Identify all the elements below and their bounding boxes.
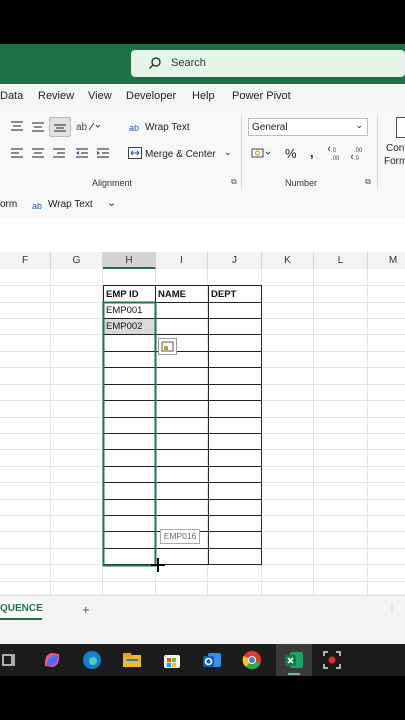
number-format-value: General	[252, 122, 288, 133]
conditional-formatting-label-2[interactable]: Form	[384, 156, 405, 167]
decrease-decimal-icon[interactable]: .00.0	[351, 145, 369, 161]
search-icon	[149, 57, 161, 69]
svg-text:ab: ab	[32, 201, 42, 211]
align-left-icon[interactable]	[10, 147, 24, 159]
header-name[interactable]: NAME	[158, 289, 186, 300]
align-top-icon[interactable]	[10, 120, 24, 132]
column-header-j[interactable]: J	[208, 252, 262, 269]
number-dialog-launcher-icon[interactable]: ⧉	[365, 177, 371, 187]
column-header-i[interactable]: I	[156, 252, 208, 269]
align-right-icon[interactable]	[52, 147, 66, 159]
quick-analysis-button[interactable]	[158, 338, 177, 355]
task-view-icon[interactable]	[2, 650, 22, 670]
customize-quick-access-icon[interactable]: ⌄	[107, 196, 116, 209]
outlook-icon[interactable]	[202, 650, 222, 670]
wrap-text-icon: ab	[129, 123, 139, 133]
tab-review[interactable]: Review	[38, 90, 74, 102]
search-box[interactable]: Search	[131, 50, 405, 77]
formula-area	[0, 218, 405, 253]
wrap-text-button[interactable]: Wrap Text	[145, 122, 190, 133]
crosshair-cursor-icon	[151, 558, 165, 572]
search-placeholder: Search	[171, 57, 206, 69]
tab-data[interactable]: Data	[0, 90, 23, 102]
tab-power-pivot[interactable]: Power Pivot	[232, 90, 291, 102]
autofill-tooltip: EMP016	[160, 529, 200, 544]
excel-icon	[285, 652, 303, 668]
quick-wrap-text-button[interactable]: Wrap Text	[48, 199, 93, 210]
number-group-label: Number	[285, 178, 318, 188]
header-emp-id[interactable]: EMP ID	[106, 289, 139, 300]
file-explorer-icon[interactable]	[122, 650, 142, 670]
status-bar	[0, 626, 405, 644]
group-divider	[241, 115, 242, 189]
cell-emp001[interactable]: EMP001	[106, 305, 142, 316]
alignment-dialog-launcher-icon[interactable]: ⧉	[231, 177, 237, 187]
number-format-select[interactable]: General ⌄	[248, 118, 368, 136]
merge-dropdown-chevron-icon[interactable]: ⌄	[224, 147, 232, 158]
edge-browser-icon[interactable]	[82, 650, 102, 670]
tab-help[interactable]: Help	[192, 90, 215, 102]
more-options-icon[interactable]: ⋮	[387, 603, 397, 614]
increase-decimal-icon[interactable]: .0.00	[328, 145, 346, 161]
tab-developer[interactable]: Developer	[126, 90, 176, 102]
group-divider	[377, 115, 378, 189]
svg-text:.00: .00	[354, 148, 363, 154]
column-header-h[interactable]: H	[103, 252, 156, 269]
column-header-g[interactable]: G	[51, 252, 103, 269]
screen-recorder-icon[interactable]	[322, 650, 342, 670]
comma-style-icon[interactable]: ,	[310, 145, 314, 160]
column-header-m[interactable]: M	[368, 252, 405, 269]
orientation-icon[interactable]: ab	[76, 119, 100, 133]
increase-indent-icon[interactable]	[96, 147, 110, 159]
svg-text:ab: ab	[76, 122, 88, 133]
quick-analysis-icon	[161, 341, 174, 352]
header-dept[interactable]: DEPT	[211, 289, 236, 300]
sheet-tab-bar: QUENCE + ⋮	[0, 595, 405, 627]
align-bottom-icon	[54, 124, 66, 132]
wrap-text-icon: ab	[32, 201, 42, 211]
conditional-formatting-icon[interactable]	[396, 117, 405, 139]
column-headers: F G H I J K L M	[0, 252, 405, 270]
quick-access-bar: orm ab Wrap Text ⌄	[0, 192, 405, 219]
microsoft-store-icon[interactable]	[162, 650, 182, 670]
decrease-indent-icon[interactable]	[75, 147, 89, 159]
add-sheet-button[interactable]: +	[82, 602, 90, 617]
sheet-tab-label: QUENCE	[0, 603, 43, 614]
excel-taskbar-active[interactable]	[276, 644, 312, 676]
taskbar	[0, 644, 405, 676]
align-bottom-button[interactable]	[49, 117, 71, 137]
svg-text:.00: .00	[331, 156, 340, 161]
column-header-k[interactable]: K	[262, 252, 314, 269]
alignment-group-label: Alignment	[92, 178, 133, 188]
svg-text:.0: .0	[331, 148, 337, 154]
chrome-icon[interactable]	[242, 650, 262, 670]
active-indicator	[288, 673, 300, 675]
svg-text:.0: .0	[354, 156, 360, 161]
format-fragment[interactable]: orm	[0, 199, 17, 210]
conditional-formatting-label-1[interactable]: Con	[386, 143, 404, 154]
copilot-icon[interactable]	[42, 650, 62, 670]
ribbon-tabs: Data Review View Developer Help Power Pi…	[0, 84, 405, 109]
svg-text:ab: ab	[129, 123, 139, 133]
percent-style-icon[interactable]: %	[285, 146, 297, 161]
tab-view[interactable]: View	[88, 90, 112, 102]
worksheet-grid[interactable]: EMP ID NAME DEPT EMP001 EMP002 EMP016	[0, 269, 405, 595]
column-header-f[interactable]: F	[0, 252, 51, 269]
cell-emp002[interactable]: EMP002	[106, 321, 142, 332]
sheet-tab-sequence[interactable]: QUENCE	[0, 600, 43, 620]
merge-center-button[interactable]: Merge & Center	[145, 149, 216, 160]
merge-center-icon	[128, 147, 142, 159]
chevron-down-icon: ⌄	[355, 120, 363, 130]
ribbon: ab ab Wrap Text Merge & Center ⌄ Alignme…	[0, 109, 405, 193]
align-middle-icon[interactable]	[31, 120, 45, 132]
accounting-format-icon[interactable]	[251, 147, 273, 161]
align-center-icon[interactable]	[31, 147, 45, 159]
gridlines	[0, 269, 405, 595]
column-header-l[interactable]: L	[314, 252, 368, 269]
